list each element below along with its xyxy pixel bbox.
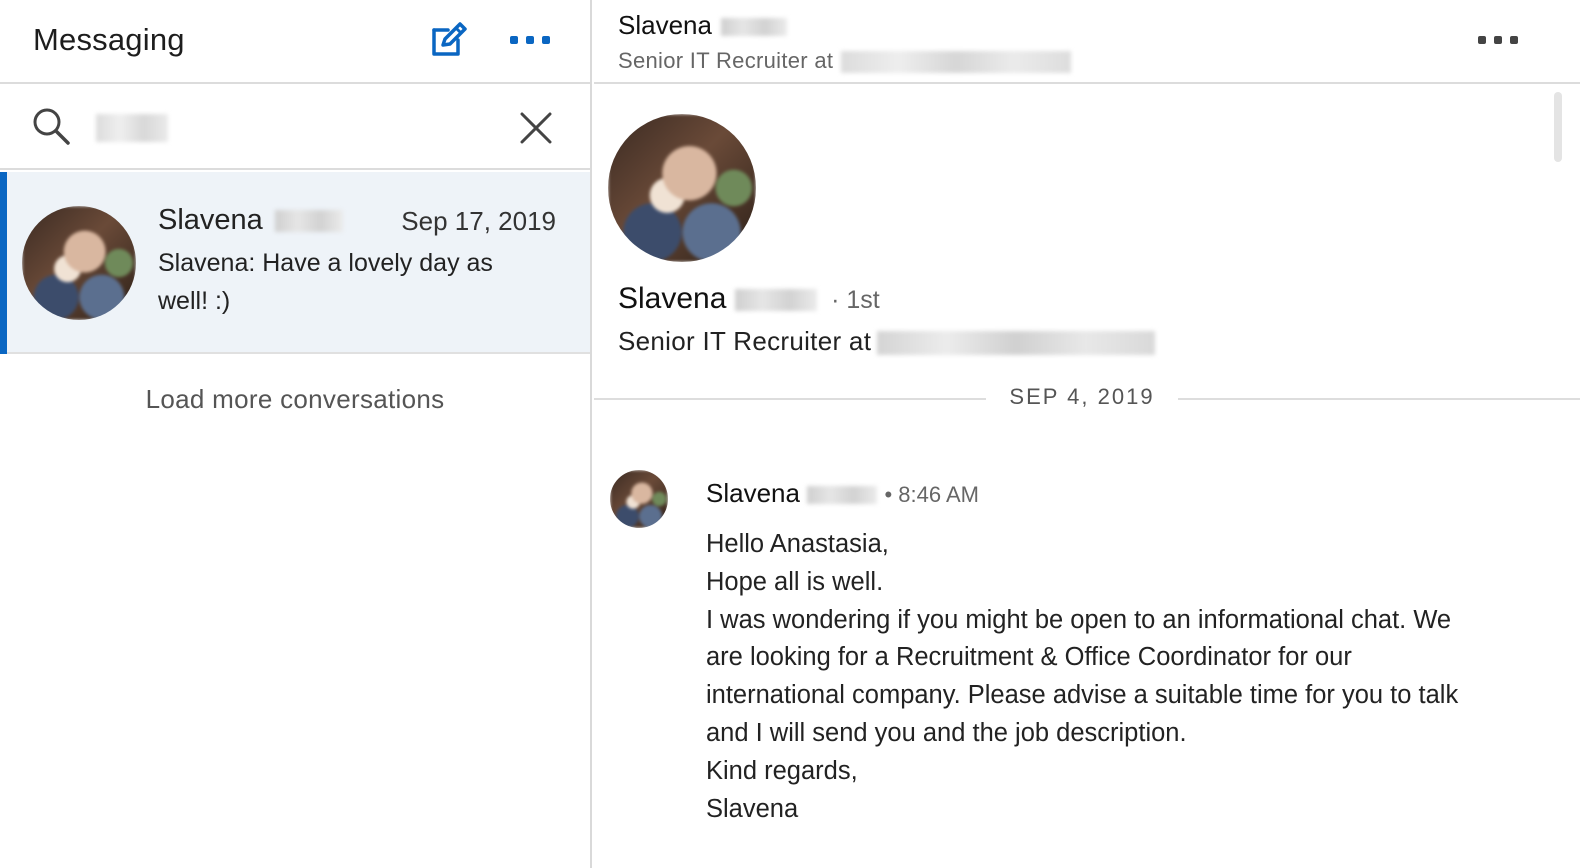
profile-headline-text: Senior IT Recruiter at bbox=[618, 326, 872, 356]
thread-contact-headline: Senior IT Recruiter at bbox=[618, 48, 1072, 74]
company-redacted bbox=[877, 331, 1156, 356]
close-icon bbox=[520, 112, 552, 144]
thread-contact-first-name: Slavena bbox=[618, 10, 712, 40]
message-time: • 8:46 AM bbox=[884, 482, 979, 507]
search-bar bbox=[0, 84, 590, 170]
thread-contact-name[interactable]: Slavena bbox=[618, 10, 788, 41]
page-title: Messaging bbox=[33, 22, 185, 57]
last-name-redacted bbox=[274, 210, 343, 233]
avatar bbox=[22, 206, 136, 320]
thread-header: Slavena Senior IT Recruiter at bbox=[594, 0, 1580, 84]
message-header: Slavena • 8:46 AM bbox=[706, 478, 979, 509]
message-thread-pane: Slavena Senior IT Recruiter at Slavena ·… bbox=[594, 0, 1580, 868]
profile-headline: Senior IT Recruiter at bbox=[618, 326, 1156, 357]
message-line: Hope all is well. bbox=[706, 567, 884, 596]
message-line: Hello Anastasia, bbox=[706, 530, 889, 558]
message-line: international company. Please advise a s… bbox=[706, 681, 1459, 710]
more-options-button[interactable] bbox=[510, 22, 562, 58]
last-name-redacted bbox=[807, 486, 878, 505]
thread-contact-headline-text: Senior IT Recruiter at bbox=[618, 48, 834, 73]
scrollbar[interactable] bbox=[1554, 92, 1562, 162]
message-body: Hello Anastasia, Hope all is well. I was… bbox=[706, 526, 1546, 828]
message-line: I was wondering if you might be open to … bbox=[706, 605, 1452, 634]
compose-icon bbox=[432, 22, 467, 56]
conversation-preview: Slavena: Have a lovely day as well! :) bbox=[158, 249, 493, 315]
profile-avatar[interactable] bbox=[608, 114, 756, 262]
search-icon bbox=[33, 108, 70, 145]
divider-date: SEP 4, 2019 bbox=[1009, 384, 1155, 409]
load-more-conversations-button[interactable]: Load more conversations bbox=[0, 384, 590, 415]
date-divider: SEP 4, 2019 bbox=[594, 384, 1580, 414]
connection-degree: · 1st bbox=[831, 286, 880, 314]
search-query-redacted bbox=[96, 114, 168, 142]
messaging-header: Messaging bbox=[0, 0, 590, 84]
last-name-redacted bbox=[721, 18, 788, 37]
message-line: and I will send you and the job descript… bbox=[706, 718, 1187, 747]
more-horizontal-icon bbox=[1478, 36, 1518, 44]
thread-more-options-button[interactable] bbox=[1478, 22, 1530, 58]
conversation-first-name: Slavena bbox=[158, 204, 263, 236]
divider-line bbox=[1178, 398, 1580, 400]
message-line: Slavena bbox=[706, 794, 799, 823]
clear-search-button[interactable] bbox=[514, 106, 558, 150]
message-sender-avatar[interactable] bbox=[610, 470, 668, 528]
conversation-list-pane: Messaging Slavena Sep 17, 2019 Slavena: … bbox=[0, 0, 592, 868]
conversation-date: Sep 17, 2019 bbox=[401, 206, 556, 236]
conversation-name: Slavena bbox=[158, 204, 343, 237]
active-indicator bbox=[0, 172, 7, 354]
message-sender-name[interactable]: Slavena bbox=[706, 478, 800, 508]
profile-first-name: Slavena bbox=[618, 282, 727, 315]
compose-button[interactable] bbox=[426, 18, 470, 62]
divider-line bbox=[594, 398, 986, 400]
message-line: Kind regards, bbox=[706, 756, 858, 785]
conversation-item[interactable]: Slavena Sep 17, 2019 Slavena: Have a lov… bbox=[0, 172, 590, 354]
last-name-redacted bbox=[734, 289, 817, 312]
more-horizontal-icon bbox=[510, 36, 550, 44]
profile-name[interactable]: Slavena · 1st bbox=[618, 282, 880, 316]
message-line: are looking for a Recruitment & Office C… bbox=[706, 643, 1352, 672]
company-redacted bbox=[841, 51, 1072, 74]
